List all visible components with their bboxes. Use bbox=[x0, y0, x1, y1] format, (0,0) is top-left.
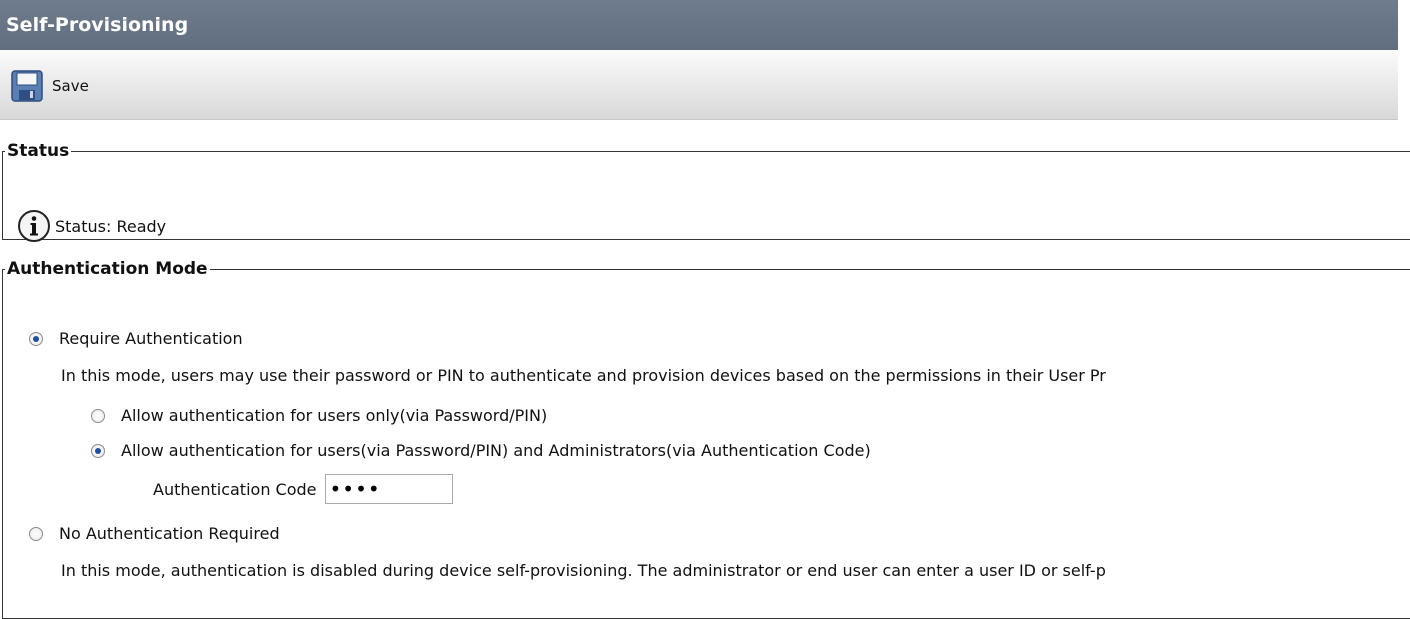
no-authentication-description: In this mode, authentication is disabled… bbox=[61, 561, 1106, 580]
require-authentication-radio[interactable] bbox=[29, 331, 43, 346]
page-title: Self-Provisioning bbox=[0, 0, 1398, 50]
status-text: Status: Ready bbox=[55, 216, 167, 236]
users-and-admins-radio[interactable] bbox=[91, 443, 105, 458]
users-only-option[interactable]: Allow authentication for users only(via … bbox=[91, 406, 547, 425]
no-authentication-radio[interactable] bbox=[29, 526, 43, 541]
authentication-code-row: Authentication Code bbox=[153, 474, 453, 504]
users-and-admins-label: Allow authentication for users(via Passw… bbox=[121, 441, 871, 460]
no-authentication-label: No Authentication Required bbox=[59, 524, 280, 543]
floppy-disk-icon bbox=[11, 70, 43, 102]
status-row: Status: Ready bbox=[17, 209, 166, 243]
save-button-label: Save bbox=[52, 77, 89, 95]
status-legend: Status bbox=[7, 141, 70, 161]
authentication-code-label: Authentication Code bbox=[153, 479, 317, 499]
require-authentication-option[interactable]: Require Authentication bbox=[29, 329, 243, 348]
save-button[interactable]: Save bbox=[10, 68, 89, 104]
require-authentication-label: Require Authentication bbox=[59, 329, 243, 348]
status-section: Status Status: Ready bbox=[2, 141, 1410, 243]
authentication-mode-legend: Authentication Mode bbox=[7, 259, 208, 279]
users-only-label: Allow authentication for users only(via … bbox=[121, 406, 548, 425]
require-authentication-description: In this mode, users may use their passwo… bbox=[61, 366, 1106, 385]
no-authentication-option[interactable]: No Authentication Required bbox=[29, 524, 280, 543]
users-only-radio[interactable] bbox=[91, 408, 105, 423]
authentication-code-input[interactable] bbox=[324, 474, 453, 504]
users-and-admins-option[interactable]: Allow authentication for users(via Passw… bbox=[91, 441, 871, 460]
authentication-mode-section: Authentication Mode Require Authenticati… bbox=[2, 259, 1410, 619]
info-icon bbox=[18, 210, 50, 242]
toolbar: Save bbox=[0, 50, 1398, 120]
